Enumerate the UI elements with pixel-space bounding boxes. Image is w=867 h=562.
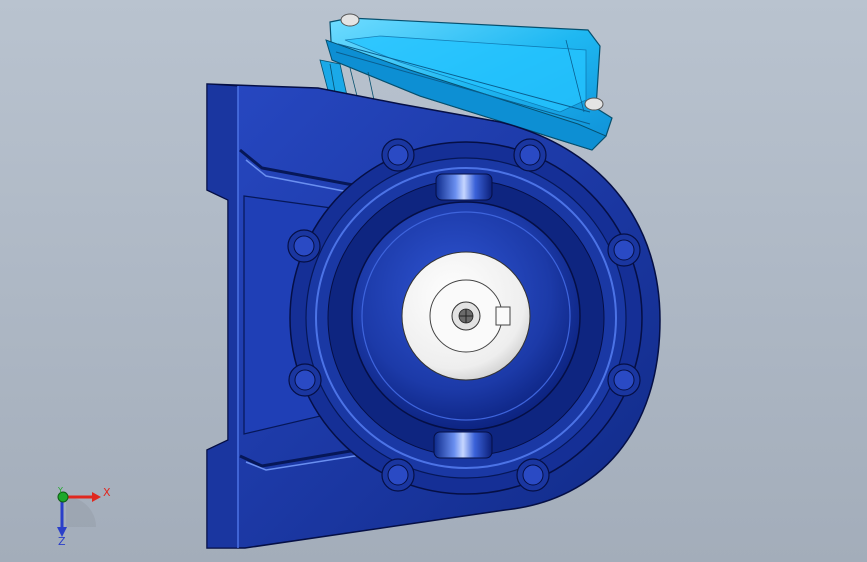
y-axis-label: Y — [58, 486, 63, 495]
z-axis-label: Z — [58, 535, 66, 548]
roller-top[interactable] — [435, 173, 493, 201]
bolt-7[interactable] — [287, 229, 321, 263]
3d-model-view[interactable] — [0, 0, 867, 562]
x-axis-label: X — [103, 486, 111, 499]
bolt-1[interactable] — [381, 138, 415, 172]
graphics-viewport[interactable]: X Y Z — [0, 0, 867, 562]
bolt-4[interactable] — [607, 363, 641, 397]
x-axis-arrowhead — [92, 492, 101, 502]
bolt-8[interactable] — [288, 363, 322, 397]
reference-triad[interactable] — [57, 491, 101, 537]
shaft-hub[interactable] — [401, 251, 531, 381]
roller-bottom[interactable] — [433, 431, 493, 459]
bolt-2[interactable] — [513, 138, 547, 172]
bolt-5[interactable] — [516, 458, 550, 492]
bolt-3[interactable] — [607, 233, 641, 267]
bolt-6[interactable] — [381, 458, 415, 492]
